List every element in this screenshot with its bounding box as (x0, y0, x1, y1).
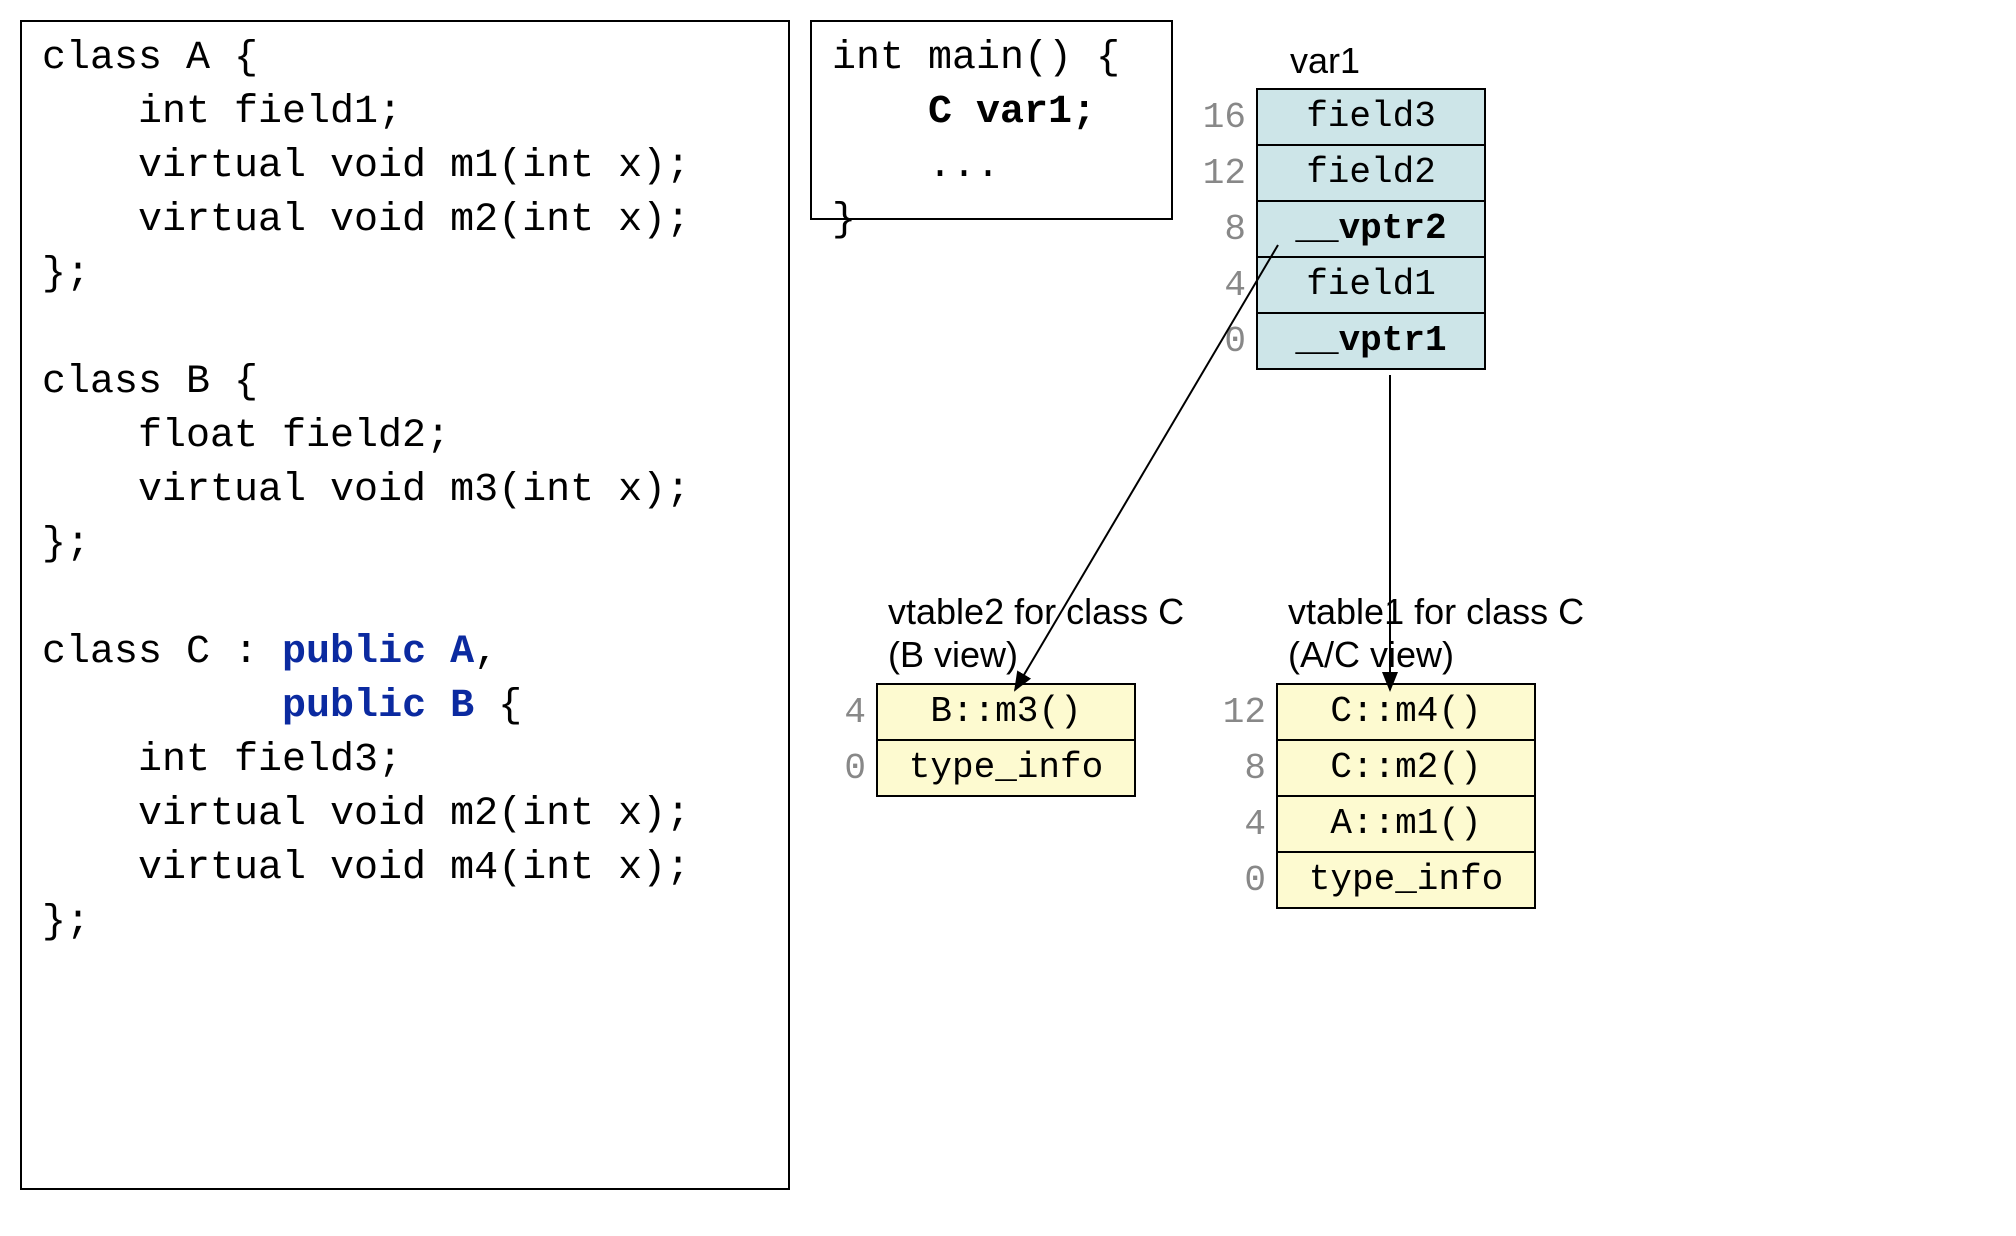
main-function-code: int main() { C var1; ...} (810, 20, 1173, 220)
memory-cell: B::m3() (876, 683, 1136, 741)
memory-cell: field2 (1256, 144, 1486, 202)
offset-label: 4 (1220, 797, 1276, 853)
memory-cell: C::m2() (1276, 739, 1536, 797)
var1-memory-layout: 16field312field28__vptr24field10__vptr1 (1200, 90, 1486, 370)
memory-cell: field1 (1256, 256, 1486, 314)
offset-label: 12 (1220, 685, 1276, 741)
vtable1-title-line1: vtable1 for class C (1288, 591, 1584, 632)
offset-label: 4 (1200, 258, 1256, 314)
vtable1-layout: 12C::m4()8C::m2()4A::m1()0type_info (1220, 685, 1536, 909)
memory-cell: type_info (1276, 851, 1536, 909)
vtable2-title: vtable2 for class C (B view) (888, 590, 1184, 676)
vtable2-title-line2: (B view) (888, 634, 1018, 675)
vtable2-title-line1: vtable2 for class C (888, 591, 1184, 632)
offset-label: 4 (820, 685, 876, 741)
offset-label: 12 (1200, 146, 1256, 202)
vtable2-layout: 4B::m3()0type_info (820, 685, 1136, 797)
memory-cell: A::m1() (1276, 795, 1536, 853)
memory-cell: C::m4() (1276, 683, 1536, 741)
offset-label: 0 (1220, 853, 1276, 909)
memory-cell: __vptr1 (1256, 312, 1486, 370)
memory-cell: field3 (1256, 88, 1486, 146)
offset-label: 0 (820, 741, 876, 797)
offset-label: 8 (1220, 741, 1276, 797)
offset-label: 8 (1200, 202, 1256, 258)
vtable1-title-line2: (A/C view) (1288, 634, 1454, 675)
memory-cell: __vptr2 (1256, 200, 1486, 258)
offset-label: 0 (1200, 314, 1256, 370)
vtable1-title: vtable1 for class C (A/C view) (1288, 590, 1584, 676)
offset-label: 16 (1200, 90, 1256, 146)
class-definitions-code: class A { int field1; virtual void m1(in… (20, 20, 790, 1190)
var1-label: var1 (1290, 40, 1360, 82)
memory-cell: type_info (876, 739, 1136, 797)
